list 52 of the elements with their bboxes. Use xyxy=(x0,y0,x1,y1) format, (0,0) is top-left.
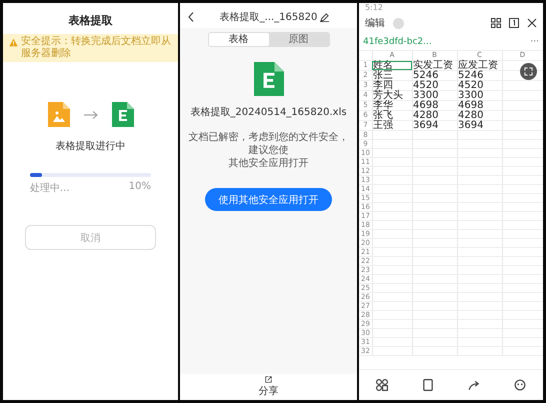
table-cell[interactable]: 4698 xyxy=(457,101,502,110)
open-with-app-button[interactable]: 使用其他安全应用打开 xyxy=(205,188,332,211)
close-icon[interactable] xyxy=(527,18,537,28)
table-cell[interactable]: 王强 xyxy=(372,121,412,130)
image-file-icon xyxy=(48,102,70,127)
progress-reading: 10% xyxy=(128,181,151,194)
document-title: 表格提取_..._165820 xyxy=(220,10,318,24)
table-cell[interactable]: 张三 xyxy=(372,71,412,80)
table-cell[interactable]: 3300 xyxy=(457,91,502,100)
share-icon xyxy=(264,376,273,383)
fullscreen-button[interactable] xyxy=(520,63,537,80)
expand-icon xyxy=(524,67,533,76)
table-cell[interactable]: 3694 xyxy=(412,121,457,130)
share-button[interactable]: 分享 xyxy=(256,374,280,400)
grid-icon[interactable] xyxy=(376,379,388,391)
pencil-icon[interactable] xyxy=(320,12,330,22)
table-cell[interactable]: 5246 xyxy=(457,71,502,80)
table-cell[interactable]: 4520 xyxy=(412,81,457,90)
table-cell[interactable]: 应发工资 xyxy=(457,61,502,70)
table-cell[interactable]: 5246 xyxy=(412,71,457,80)
table-cell[interactable]: 4280 xyxy=(412,111,457,120)
status-time: 5:12 xyxy=(364,3,384,12)
back-icon[interactable] xyxy=(188,12,194,22)
table-cell[interactable]: 4520 xyxy=(457,81,502,90)
view-tab[interactable]: 原图 xyxy=(268,33,328,46)
spreadsheet-file-icon xyxy=(254,61,284,97)
share-icon[interactable] xyxy=(468,379,480,391)
warning-icon xyxy=(9,38,18,47)
sheet-count-icon[interactable] xyxy=(509,18,519,28)
table-cell[interactable]: 张飞 xyxy=(372,111,412,120)
notice-text: 安全提示：转换完成后文档立即从服务器删除 xyxy=(21,36,172,60)
view-tab[interactable]: 表格 xyxy=(208,33,268,46)
status-text: 表格提取进行中 xyxy=(54,140,126,153)
table-cell[interactable]: 实发工资 xyxy=(412,61,457,70)
arrow-icon xyxy=(84,110,98,118)
spreadsheet-file-icon xyxy=(112,102,134,127)
table-cell[interactable]: 3694 xyxy=(457,121,502,130)
screen-title: 表格提取 xyxy=(68,13,114,29)
table-cell[interactable]: 3300 xyxy=(412,91,457,100)
table-cell[interactable]: 芳大头 xyxy=(372,91,412,100)
sheet-file-name: 41fe3dfd-bc2... xyxy=(363,37,432,47)
document-icon[interactable] xyxy=(422,379,434,391)
grid-icon[interactable] xyxy=(491,18,501,28)
table-cell[interactable]: 李四 xyxy=(372,81,412,90)
more-menu[interactable]: ··· xyxy=(530,37,539,47)
decrypted-message: 文档已解密，考虑到您的文件安全，建议您使 其他安全应用打开 xyxy=(188,131,350,170)
progress-label: 处理中... xyxy=(30,182,70,195)
edit-label[interactable]: 编辑 xyxy=(365,16,385,30)
table-cell[interactable]: 4280 xyxy=(457,111,502,120)
file-name: 表格提取_20240514_165820.xls xyxy=(189,106,348,119)
table-cell[interactable]: 李华 xyxy=(372,101,412,110)
table-cell[interactable]: 4698 xyxy=(412,101,457,110)
